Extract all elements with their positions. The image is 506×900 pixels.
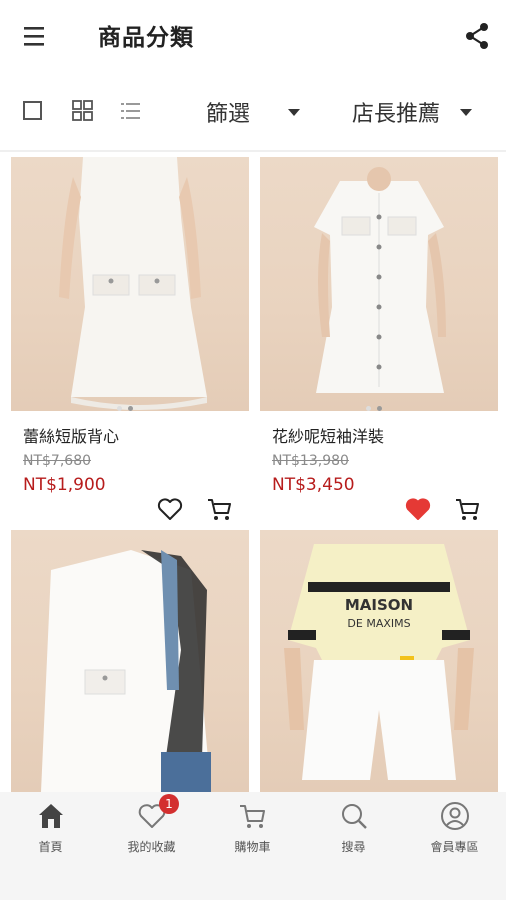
nav-member[interactable]: 會員專區 [404, 792, 505, 868]
favorite-button[interactable] [403, 494, 433, 524]
nav-cart-label: 購物車 [234, 840, 271, 854]
svg-text:DE MAXIMS: DE MAXIMS [347, 617, 410, 630]
product-card[interactable] [11, 530, 249, 792]
home-icon [39, 804, 63, 828]
heart-outline-icon [157, 498, 183, 520]
cart-icon [240, 805, 265, 828]
product-card[interactable]: 花紗呢短袖洋裝 NT$13,980 NT$3,450 [260, 157, 498, 529]
heart-filled-icon [405, 498, 431, 520]
chevron-down-icon [460, 108, 473, 116]
product-card[interactable]: 蕾絲短版背心 NT$7,680 NT$1,900 [11, 157, 249, 529]
product-image[interactable] [11, 530, 249, 792]
nav-favorites[interactable]: 1 我的收藏 [101, 792, 202, 868]
favorite-button[interactable] [155, 494, 185, 524]
cart-icon [208, 499, 231, 520]
system-nav-bar [0, 868, 506, 900]
add-to-cart-button[interactable] [205, 494, 235, 524]
search-icon [342, 804, 367, 829]
nav-cart[interactable]: 購物車 [202, 792, 303, 868]
nav-search-label: 搜尋 [341, 840, 366, 854]
sale-price: NT$3,450 [272, 475, 355, 495]
add-to-cart-button[interactable] [453, 494, 483, 524]
nav-member-label: 會員專區 [430, 840, 479, 854]
product-grid: 蕾絲短版背心 NT$7,680 NT$1,900 花紗呢短袖洋裝 NT$13,9… [0, 152, 506, 792]
product-card[interactable]: MAISON DE MAXIMS [260, 530, 498, 792]
bottom-nav: 首頁 1 我的收藏 購物車 搜尋 會員專區 [0, 792, 506, 868]
share-icon[interactable] [462, 20, 492, 52]
product-image[interactable]: MAISON DE MAXIMS [260, 530, 498, 792]
nav-home[interactable]: 首頁 [0, 792, 101, 868]
sort-dropdown[interactable]: 店長推薦 [352, 96, 484, 128]
menu-icon[interactable] [22, 22, 54, 50]
page-title: 商品分類 [98, 25, 194, 51]
list-view-icon[interactable] [118, 98, 144, 124]
filter-toolbar: 篩選 店長推薦 [0, 80, 506, 144]
product-image[interactable] [11, 157, 249, 411]
svg-text:MAISON: MAISON [345, 596, 413, 614]
grid-view-icon[interactable] [70, 98, 96, 124]
product-name[interactable]: 花紗呢短袖洋裝 [272, 423, 384, 447]
filter-label: 篩選 [206, 102, 251, 127]
sort-label: 店長推薦 [352, 102, 441, 127]
sale-price: NT$1,900 [23, 475, 106, 495]
nav-search[interactable]: 搜尋 [303, 792, 404, 868]
product-image[interactable] [260, 157, 498, 411]
filter-dropdown[interactable]: 篩選 [206, 96, 310, 128]
single-view-icon[interactable] [20, 98, 46, 124]
original-price: NT$13,980 [272, 453, 349, 469]
chevron-down-icon [288, 108, 301, 116]
nav-favorites-label: 我的收藏 [127, 840, 176, 854]
image-pager [117, 406, 133, 411]
product-name[interactable]: 蕾絲短版背心 [23, 423, 119, 447]
favorites-badge: 1 [159, 794, 179, 814]
cart-icon [456, 499, 479, 520]
original-price: NT$7,680 [23, 453, 92, 469]
user-icon [441, 802, 469, 830]
image-pager [366, 406, 382, 411]
app-bar: 商品分類 [0, 0, 506, 72]
nav-home-label: 首頁 [38, 840, 63, 854]
